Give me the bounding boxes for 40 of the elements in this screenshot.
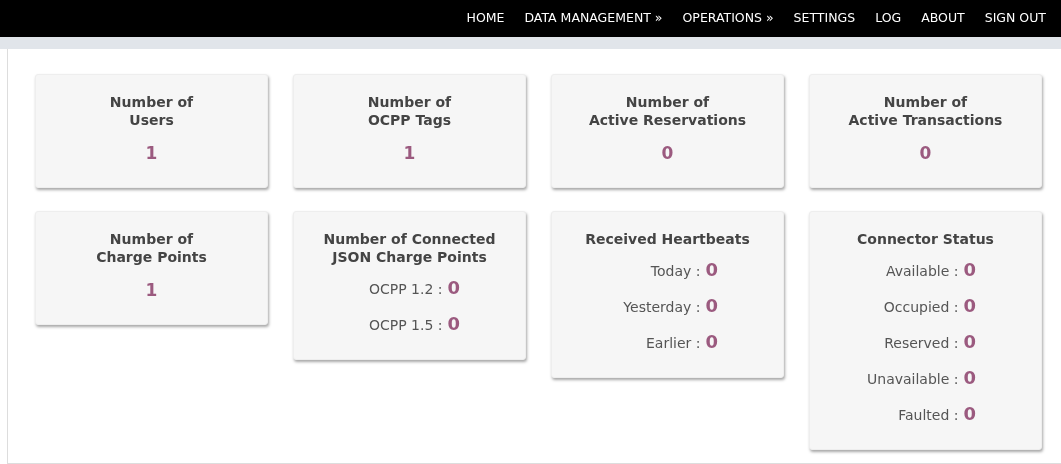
stat-value: 0 bbox=[705, 330, 719, 354]
stat-value: 0 bbox=[447, 312, 461, 336]
stat-value: 0 bbox=[705, 294, 719, 318]
stat-value: 0 bbox=[660, 142, 675, 165]
stat-label: Yesterday : bbox=[622, 298, 702, 317]
nav-link[interactable]: LOG bbox=[875, 9, 902, 28]
nav-link[interactable]: DATA MANAGEMENT » bbox=[524, 9, 663, 28]
nav-link[interactable]: OPERATIONS » bbox=[682, 9, 774, 28]
stat-value: 0 bbox=[963, 402, 977, 426]
stat-value: 0 bbox=[963, 258, 977, 282]
stat-value: 0 bbox=[963, 366, 977, 390]
stat-label: Occupied : bbox=[882, 298, 960, 317]
stat-label: Faulted : bbox=[897, 406, 960, 425]
stat-value: 0 bbox=[447, 276, 461, 300]
stat-label: OCPP 1.2 : bbox=[367, 280, 444, 299]
card-title: Number of Users bbox=[108, 93, 195, 129]
nav-link[interactable]: ABOUT bbox=[921, 9, 965, 28]
card-title: Number of Active Transactions bbox=[847, 93, 1004, 129]
stat-value: 0 bbox=[963, 294, 977, 318]
stat-value: 0 bbox=[918, 142, 933, 165]
stat-value: 1 bbox=[144, 142, 159, 165]
stat-label: Available : bbox=[884, 262, 960, 281]
nav-link[interactable]: HOME bbox=[466, 9, 505, 28]
card-title: Number of Active Reservations bbox=[587, 93, 748, 129]
stat-value: 1 bbox=[144, 279, 159, 302]
stat-label: Reserved : bbox=[883, 334, 960, 353]
stat-label: OCPP 1.5 : bbox=[367, 316, 444, 335]
stat-value: 0 bbox=[963, 330, 977, 354]
card-title: Connector Status bbox=[856, 230, 995, 248]
nav-link[interactable]: SETTINGS bbox=[793, 9, 856, 28]
card-title: Received Heartbeats bbox=[584, 230, 751, 248]
card-title: Number of Connected JSON Charge Points bbox=[322, 230, 497, 266]
stat-label: Unavailable : bbox=[866, 370, 960, 389]
nav-link[interactable]: SIGN OUT bbox=[984, 9, 1046, 28]
stat-value: 0 bbox=[705, 258, 719, 282]
stat-label: Earlier : bbox=[645, 334, 702, 353]
stat-value: 1 bbox=[402, 142, 417, 165]
card-title: Number of Charge Points bbox=[95, 230, 208, 266]
card-title: Number of OCPP Tags bbox=[366, 93, 453, 129]
stat-label: Today : bbox=[649, 262, 702, 281]
